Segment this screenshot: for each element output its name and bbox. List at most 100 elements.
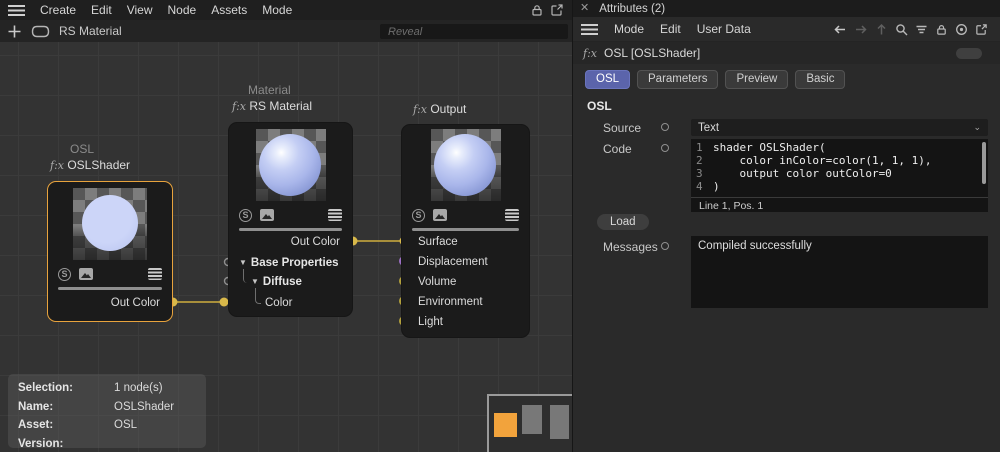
tab-preview[interactable]: Preview <box>725 70 788 89</box>
solo-icon[interactable]: S <box>239 209 252 222</box>
menu-view[interactable]: View <box>127 3 153 17</box>
messages-connection-dot[interactable] <box>661 242 669 250</box>
preview-progress-bar <box>239 228 342 231</box>
material-tag-icon[interactable] <box>31 25 50 38</box>
menu-create[interactable]: Create <box>40 3 76 17</box>
info-row-selection: Selection: 1 node(s) <box>18 379 206 398</box>
node-rs-material[interactable]: S Out Color ▼Base Properties ▼Diffuse Co… <box>228 122 353 317</box>
hamburger-menu-icon[interactable] <box>8 5 25 16</box>
solo-icon[interactable]: S <box>58 268 71 281</box>
diffuse-group[interactable]: ▼Diffuse <box>251 275 302 289</box>
menu-assets[interactable]: Assets <box>211 3 247 17</box>
shader-ball <box>82 195 138 251</box>
lock-icon[interactable] <box>935 23 948 36</box>
code-text: ) <box>713 180 720 193</box>
node-output[interactable]: S Surface Displacement Volume Environmen… <box>401 124 530 338</box>
osl-section-header[interactable]: OSL <box>587 99 612 113</box>
tab-basic[interactable]: Basic <box>795 70 845 89</box>
messages-label: Messages <box>603 240 658 254</box>
popout-icon[interactable] <box>550 3 564 17</box>
close-icon[interactable]: ✕ <box>580 3 589 14</box>
lock-icon[interactable] <box>530 3 544 17</box>
node-menu-icon[interactable] <box>148 268 162 280</box>
image-preview-icon[interactable] <box>433 209 447 221</box>
info-row-version: Version: <box>18 435 206 452</box>
minimap-node-selected[interactable] <box>494 413 517 437</box>
preview-progress-bar <box>412 228 519 231</box>
minimap-node[interactable] <box>522 405 542 434</box>
node-editor-toolbar: RS Material <box>0 20 572 42</box>
solo-icon[interactable]: S <box>412 209 425 222</box>
osl-node-title: f:x OSLShader <box>50 157 130 174</box>
node-menu-icon[interactable] <box>328 209 342 221</box>
code-text: shader OSLShader( <box>713 141 826 154</box>
code-editor[interactable]: 1shader OSLShader( 2 color inColor=color… <box>691 139 988 212</box>
code-line: 4) <box>691 180 988 193</box>
menu-edit[interactable]: Edit <box>660 22 681 36</box>
node-editor-panel: Create Edit View Node Assets Mode RS Mat… <box>0 0 572 452</box>
messages-output[interactable]: Compiled successfully <box>691 236 988 308</box>
reveal-search-input[interactable] <box>380 24 568 39</box>
load-button[interactable]: Load <box>597 214 649 230</box>
image-preview-icon[interactable] <box>79 268 93 280</box>
chevron-down-icon[interactable]: ▼ <box>251 277 259 286</box>
attributes-titlebar: ✕ Attributes (2) <box>573 0 1000 17</box>
surface-input-label: Surface <box>418 235 458 249</box>
oslshader-node-icons: S <box>48 267 172 281</box>
filter-icon[interactable] <box>915 23 928 36</box>
code-line: 3 output color outColor=0 <box>691 167 988 180</box>
breadcrumb-material-name[interactable]: RS Material <box>59 24 122 38</box>
minimap-node[interactable] <box>550 405 569 439</box>
base-properties-group[interactable]: ▼Base Properties <box>239 256 339 270</box>
material-node-icons: S <box>229 208 352 222</box>
source-connection-dot[interactable] <box>661 123 669 131</box>
enabled-toggle[interactable] <box>956 48 982 59</box>
node-oslshader[interactable]: S Out Color <box>47 181 173 322</box>
selection-info-overlay: Selection: 1 node(s) Name: OSLShader Ass… <box>8 374 206 448</box>
menu-mode[interactable]: Mode <box>262 3 292 17</box>
line-number: 4 <box>691 180 706 193</box>
shader-ball <box>434 134 496 196</box>
tab-osl[interactable]: OSL <box>585 70 630 89</box>
tab-parameters[interactable]: Parameters <box>637 70 718 89</box>
source-dropdown[interactable]: Text ⌄ <box>691 119 988 136</box>
chevron-down-icon[interactable]: ▼ <box>239 258 247 267</box>
color-input-label: Color <box>265 296 292 310</box>
code-text: color inColor=color(1, 1, 1), <box>713 154 932 167</box>
node-menu-icon[interactable] <box>505 209 519 221</box>
search-icon[interactable] <box>895 23 908 36</box>
oslshader-preview <box>73 188 147 260</box>
attributes-panel: ✕ Attributes (2) Mode Edit User Data f:x… <box>572 0 1000 452</box>
output-node-title: f:x Output <box>413 101 466 118</box>
code-scrollbar[interactable] <box>982 142 986 184</box>
info-label: Selection: <box>18 379 114 398</box>
output-node-icons: S <box>402 208 529 222</box>
fx-icon: f:x <box>413 103 427 116</box>
attribute-tabs: OSL Parameters Preview Basic <box>573 64 1000 89</box>
code-connection-dot[interactable] <box>661 144 669 152</box>
image-preview-icon[interactable] <box>260 209 274 221</box>
add-node-icon[interactable] <box>7 24 22 39</box>
graph-navigator-minimap[interactable] <box>487 394 572 452</box>
forward-arrow-icon[interactable] <box>854 23 868 36</box>
node-graph-canvas[interactable]: OSL f:x OSLShader S Out Color Material f… <box>0 42 572 452</box>
panel-title: Attributes (2) <box>599 3 665 15</box>
target-icon[interactable] <box>955 23 968 36</box>
info-row-name: Name: OSLShader <box>18 398 206 417</box>
material-node-caption: Material f:x RS Material <box>232 82 312 115</box>
hamburger-menu-icon[interactable] <box>581 24 598 35</box>
menu-mode[interactable]: Mode <box>614 22 644 36</box>
info-label: Name: <box>18 398 114 417</box>
up-arrow-icon[interactable] <box>875 23 888 36</box>
code-line: 1shader OSLShader( <box>691 141 988 154</box>
menu-user-data[interactable]: User Data <box>697 22 751 36</box>
fx-icon: f:x <box>583 47 597 60</box>
back-arrow-icon[interactable] <box>833 23 847 36</box>
menu-node[interactable]: Node <box>168 3 197 17</box>
oslshader-outcolor-label: Out Color <box>111 296 160 310</box>
shader-ball <box>259 134 321 196</box>
menu-edit[interactable]: Edit <box>91 3 112 17</box>
active-object-row: f:x OSL [OSLShader] <box>573 42 1000 64</box>
popout-icon[interactable] <box>975 23 988 36</box>
attributes-toolbar-icons <box>833 23 992 36</box>
